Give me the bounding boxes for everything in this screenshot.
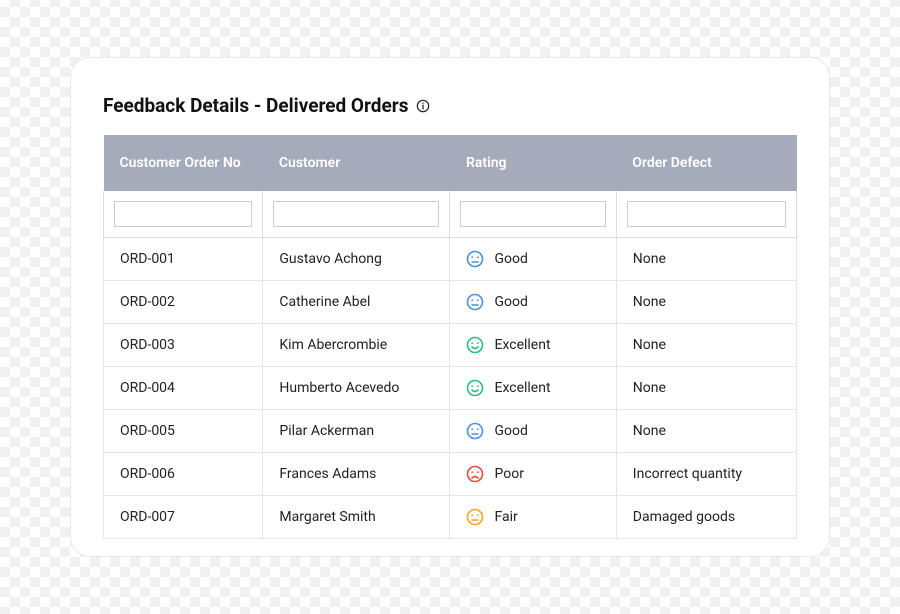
cell-order-no: ORD-004 (104, 367, 263, 410)
cell-defect: Incorrect quantity (616, 453, 796, 496)
rating-face-icon (466, 250, 484, 268)
table-row[interactable]: ORD-007Margaret Smith Fair Damaged goods (104, 496, 797, 539)
cell-customer: Humberto Acevedo (263, 367, 450, 410)
table-row[interactable]: ORD-006Frances Adams Poor Incorrect quanti… (104, 453, 797, 496)
header-row: Customer Order No Customer Rating Order … (104, 135, 797, 191)
cell-customer: Frances Adams (263, 453, 450, 496)
col-header-defect[interactable]: Order Defect (616, 135, 796, 191)
rating-label: Excellent (494, 337, 550, 353)
rating-face-icon (466, 465, 484, 483)
rating-label: Good (494, 294, 527, 310)
rating-face-icon (466, 336, 484, 354)
cell-rating: Excellent (450, 367, 616, 410)
rating-label: Fair (494, 509, 517, 525)
table-row[interactable]: ORD-005Pilar Ackerman Good None (104, 410, 797, 453)
table-body: ORD-001Gustavo AchongGoodNoneORD-002Cath… (104, 191, 797, 539)
cell-order-no: ORD-007 (104, 496, 263, 539)
col-header-order-no[interactable]: Customer Order No (104, 135, 263, 191)
title-text: Feedback Details - Delivered Orders (103, 94, 408, 117)
cell-rating: Good (450, 238, 616, 281)
cell-customer: Margaret Smith (263, 496, 450, 539)
cell-rating: Fair (450, 496, 616, 539)
cell-rating: Good (450, 410, 616, 453)
rating-face-icon (466, 379, 484, 397)
cell-defect: None (616, 410, 796, 453)
rating-face-icon (466, 422, 484, 440)
rating-label: Good (494, 251, 527, 267)
cell-rating: Excellent (450, 324, 616, 367)
rating-label: Poor (494, 466, 523, 482)
cell-defect: None (616, 324, 796, 367)
col-header-customer[interactable]: Customer (263, 135, 450, 191)
table-row[interactable]: ORD-004Humberto Acevedo Excellent None (104, 367, 797, 410)
rating-label: Excellent (494, 380, 550, 396)
cell-rating: Poor (450, 453, 616, 496)
table-container: Customer Order No Customer Rating Order … (103, 135, 797, 545)
feedback-card: Feedback Details - Delivered Orders Cust… (70, 57, 830, 557)
table-row[interactable]: ORD-002Catherine Abel Good None (104, 281, 797, 324)
cell-defect: None (616, 281, 796, 324)
cell-order-no: ORD-003 (104, 324, 263, 367)
rating-label: Good (494, 423, 527, 439)
table-row[interactable]: ORD-001Gustavo Achong Good None (104, 238, 797, 281)
card-title: Feedback Details - Delivered Orders (103, 94, 797, 117)
cell-order-no: ORD-006 (104, 453, 263, 496)
cell-order-no: ORD-002 (104, 281, 263, 324)
filter-order-no[interactable] (114, 201, 252, 227)
cell-order-no: ORD-005 (104, 410, 263, 453)
cell-order-no: ORD-001 (104, 238, 263, 281)
rating-face-icon (466, 293, 484, 311)
cell-customer: Kim Abercrombie (263, 324, 450, 367)
filter-row (104, 191, 797, 238)
filter-rating[interactable] (460, 201, 605, 227)
cell-defect: None (616, 238, 796, 281)
info-icon[interactable] (416, 99, 430, 113)
cell-customer: Catherine Abel (263, 281, 450, 324)
cell-rating: Good (450, 281, 616, 324)
cell-defect: Damaged goods (616, 496, 796, 539)
cell-customer: Gustavo Achong (263, 238, 450, 281)
rating-face-icon (466, 508, 484, 526)
feedback-table: Customer Order No Customer Rating Order … (103, 135, 797, 539)
col-header-rating[interactable]: Rating (450, 135, 616, 191)
cell-customer: Pilar Ackerman (263, 410, 450, 453)
filter-defect[interactable] (627, 201, 786, 227)
cell-defect: None (616, 367, 796, 410)
table-row[interactable]: ORD-003Kim Abercrombie Excellent None (104, 324, 797, 367)
filter-customer[interactable] (273, 201, 439, 227)
